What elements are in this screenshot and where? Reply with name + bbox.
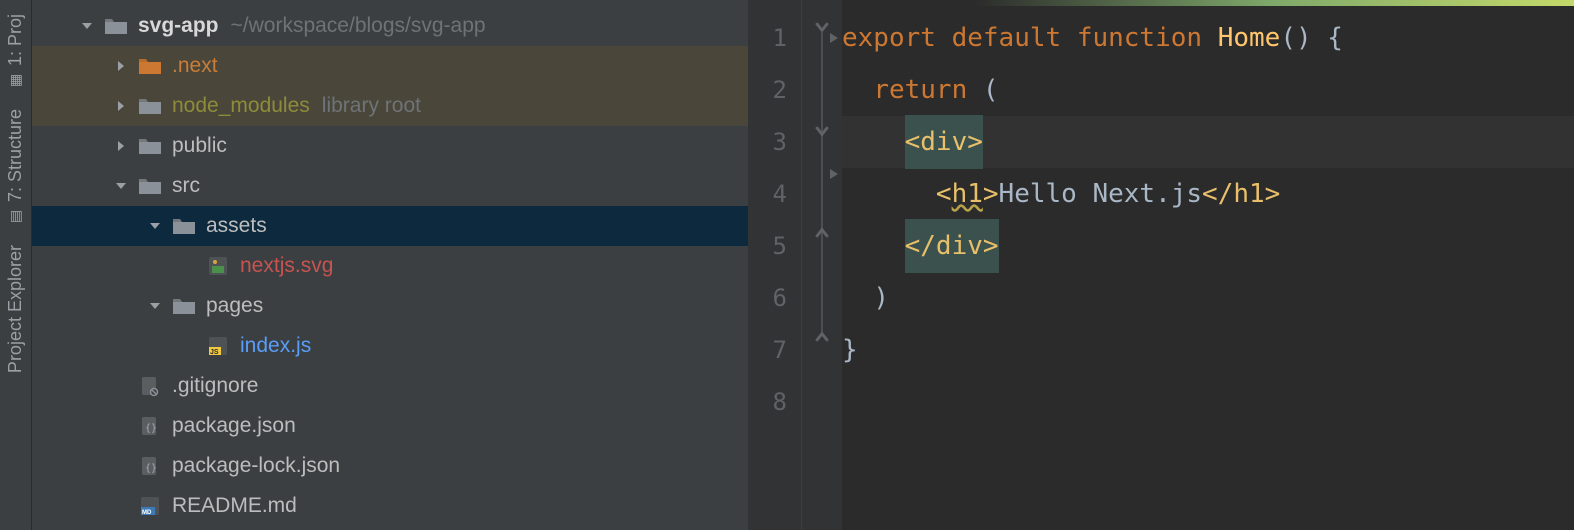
tree-file[interactable]: nextjs.svg <box>32 246 748 286</box>
tree-folder[interactable]: assets <box>32 206 748 246</box>
rail-tab-label: 1: Proj <box>5 14 26 66</box>
tree-item-label: assets <box>206 214 267 238</box>
tree-item-label: node_modules <box>172 94 310 118</box>
chevron-right-icon[interactable] <box>112 60 130 72</box>
rail-tab-label: 7: Structure <box>5 109 26 202</box>
code-line-current[interactable]: <div> <box>842 116 1574 168</box>
tree-file[interactable]: MD README.md <box>32 486 748 526</box>
code-line[interactable]: </div> <box>842 220 1574 272</box>
image-file-icon <box>206 255 230 277</box>
rail-tab-project[interactable]: ▦ 1: Proj <box>3 4 28 99</box>
svg-text:MD: MD <box>142 510 152 516</box>
svg-text:{}: {} <box>145 463 157 474</box>
tree-item-label: package-lock.json <box>172 454 340 478</box>
line-number[interactable]: 6 <box>748 272 787 324</box>
chevron-right-icon[interactable] <box>112 140 130 152</box>
js-file-icon: JS <box>206 335 230 357</box>
chevron-down-icon[interactable] <box>146 300 164 312</box>
tree-file[interactable]: JS index.js <box>32 326 748 366</box>
code-line[interactable]: return ( <box>842 64 1574 116</box>
code-editor: 1 2 3 4 5 6 7 8 export default function … <box>748 0 1574 530</box>
fold-gutter <box>802 0 842 530</box>
line-number[interactable]: 1 <box>748 12 787 64</box>
fold-close-icon[interactable] <box>808 312 836 364</box>
rail-tab-explorer[interactable]: Project Explorer <box>3 235 28 383</box>
line-number-gutter: 1 2 3 4 5 6 7 8 <box>748 0 802 530</box>
chevron-down-icon[interactable] <box>146 220 164 232</box>
line-number[interactable]: 4 <box>748 168 787 220</box>
project-tree: svg-app ~/workspace/blogs/svg-app .next n… <box>32 0 748 526</box>
tree-file[interactable]: .gitignore <box>32 366 748 406</box>
line-number[interactable]: 5 <box>748 220 787 272</box>
folder-icon <box>138 135 162 157</box>
code-line[interactable]: } <box>842 324 1574 376</box>
code-line[interactable]: export default function Home() { <box>842 12 1574 64</box>
line-number[interactable]: 8 <box>748 376 787 428</box>
tree-folder[interactable]: .next <box>32 46 748 86</box>
folder-icon <box>138 95 162 117</box>
rail-tab-structure[interactable]: ▤ 7: Structure <box>3 99 28 235</box>
line-number[interactable]: 7 <box>748 324 787 376</box>
chevron-down-icon[interactable] <box>112 180 130 192</box>
folder-icon <box>104 15 128 37</box>
tree-item-label: README.md <box>172 494 297 518</box>
tree-item-label: src <box>172 174 200 198</box>
line-number[interactable]: 3 <box>748 116 787 168</box>
fold-close-icon[interactable] <box>808 208 836 260</box>
folder-icon <box>138 55 162 77</box>
run-gutter-icon[interactable] <box>828 146 840 198</box>
tree-item-label: nextjs.svg <box>240 254 333 278</box>
chevron-right-icon[interactable] <box>112 100 130 112</box>
tree-item-suffix: library root <box>322 94 421 118</box>
run-gutter-icon[interactable] <box>828 10 840 62</box>
folder-icon <box>138 175 162 197</box>
tree-item-label: pages <box>206 294 263 318</box>
tree-item-label: index.js <box>240 334 311 358</box>
chevron-down-icon[interactable] <box>78 20 96 32</box>
fold-guide-line <box>821 32 823 332</box>
tree-folder[interactable]: src <box>32 166 748 206</box>
tree-root-path: ~/workspace/blogs/svg-app <box>231 14 486 38</box>
svg-text:JS: JS <box>210 349 219 356</box>
project-tree-panel: svg-app ~/workspace/blogs/svg-app .next n… <box>32 0 748 530</box>
tree-root-name: svg-app <box>138 14 219 38</box>
text-file-icon <box>138 375 162 397</box>
code-line[interactable]: ) <box>842 272 1574 324</box>
tree-root[interactable]: svg-app ~/workspace/blogs/svg-app <box>32 6 748 46</box>
code-area[interactable]: export default function Home() { return … <box>842 0 1574 530</box>
folder-icon <box>172 295 196 317</box>
code-line[interactable]: <h1>Hello Next.js</h1> <box>842 168 1574 220</box>
tree-file[interactable]: {} package.json <box>32 406 748 446</box>
tree-item-label: package.json <box>172 414 296 438</box>
json-file-icon: {} <box>138 415 162 437</box>
tree-item-label: .gitignore <box>172 374 258 398</box>
json-file-icon: {} <box>138 455 162 477</box>
tree-item-label: public <box>172 134 227 158</box>
tree-folder[interactable]: node_modules library root <box>32 86 748 126</box>
tree-item-label: .next <box>172 54 218 78</box>
markdown-file-icon: MD <box>138 495 162 517</box>
tree-file[interactable]: {} package-lock.json <box>32 446 748 486</box>
tool-window-rail: ▦ 1: Proj ▤ 7: Structure Project Explore… <box>0 0 32 530</box>
line-number[interactable]: 2 <box>748 64 787 116</box>
tree-folder[interactable]: pages <box>32 286 748 326</box>
code-line[interactable] <box>842 376 1574 428</box>
folder-icon <box>172 215 196 237</box>
structure-rail-icon: ▤ <box>7 210 24 223</box>
rail-tab-label: Project Explorer <box>5 245 26 373</box>
svg-text:{}: {} <box>145 423 157 434</box>
tree-folder[interactable]: public <box>32 126 748 166</box>
project-rail-icon: ▦ <box>7 74 24 87</box>
